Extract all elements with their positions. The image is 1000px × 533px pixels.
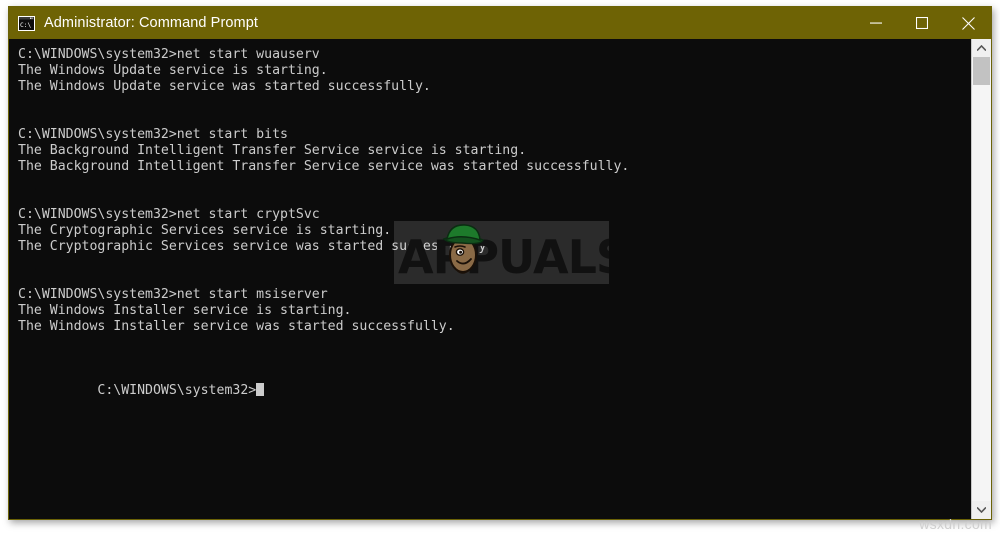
console-line: C:\WINDOWS\system32>net start bits	[18, 127, 288, 142]
console-prompt-line: C:\WINDOWS\system32>	[18, 367, 971, 398]
close-button[interactable]	[945, 7, 991, 39]
minimize-icon	[870, 22, 882, 24]
vertical-scrollbar[interactable]	[971, 39, 991, 519]
window-titlebar[interactable]: C:\ Administrator: Command Prompt	[9, 7, 991, 39]
maximize-icon	[916, 17, 928, 29]
scrollbar-thumb[interactable]	[973, 57, 990, 85]
console-line: C:\WINDOWS\system32>net start cryptSvc	[18, 207, 320, 222]
minimize-button[interactable]	[853, 7, 899, 39]
console-line: The Cryptographic Services service was s…	[18, 239, 495, 254]
console-line: The Windows Installer service is startin…	[18, 303, 352, 318]
prompt-text: C:\WINDOWS\system32>	[97, 383, 257, 398]
chevron-down-icon	[977, 507, 986, 513]
chevron-up-icon	[977, 45, 986, 51]
window-title: Administrator: Command Prompt	[44, 15, 259, 31]
svg-text:C:\: C:\	[20, 22, 31, 29]
scroll-up-button[interactable]	[972, 39, 991, 57]
maximize-button[interactable]	[899, 7, 945, 39]
console-line: The Cryptographic Services service is st…	[18, 223, 392, 238]
command-prompt-icon: C:\	[18, 15, 35, 31]
console-screen[interactable]: C:\WINDOWS\system32>net start wuauserv Th…	[9, 39, 971, 519]
console-line: The Background Intelligent Transfer Serv…	[18, 159, 630, 174]
console-line: C:\WINDOWS\system32>net start msiserver	[18, 287, 328, 302]
console-line: The Windows Installer service was starte…	[18, 319, 455, 334]
console-output: C:\WINDOWS\system32>net start wuauserv Th…	[18, 47, 971, 367]
console-line: C:\WINDOWS\system32>net start wuauserv	[18, 47, 320, 62]
block-cursor	[256, 383, 265, 396]
console-line: The Windows Update service was started s…	[18, 79, 431, 94]
site-credit: wsxdn.com	[919, 516, 992, 532]
console-line: The Background Intelligent Transfer Serv…	[18, 143, 527, 158]
console-area: C:\WINDOWS\system32>net start wuauserv Th…	[9, 39, 991, 519]
page-background: C:\ Administrator: Command Prompt C:\WIN…	[0, 0, 1000, 533]
scrollbar-track[interactable]	[972, 57, 991, 501]
console-line: The Windows Update service is starting.	[18, 63, 328, 78]
close-icon	[961, 16, 975, 30]
command-prompt-window: C:\ Administrator: Command Prompt C:\WIN…	[8, 6, 992, 520]
window-controls	[853, 7, 991, 39]
